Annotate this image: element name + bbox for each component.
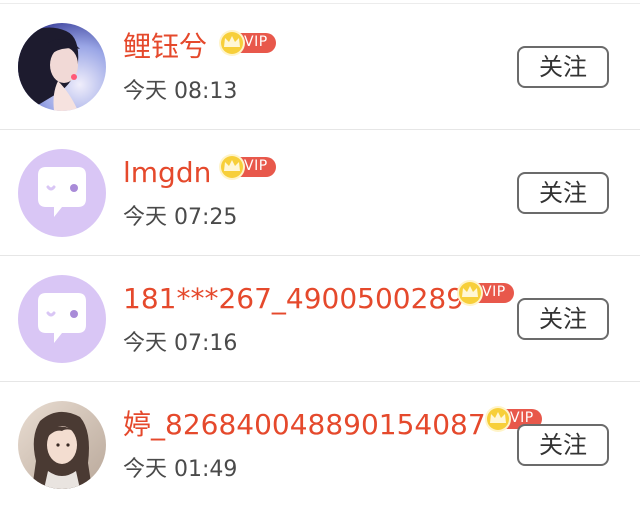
follow-button[interactable]: 关注 bbox=[517, 46, 609, 88]
follow-button[interactable]: 关注 bbox=[517, 298, 609, 340]
default-chat-avatar-icon bbox=[18, 149, 106, 237]
list-item[interactable]: 鲤钰兮 VIP 今天 08:13 关注 bbox=[0, 4, 640, 130]
list-item[interactable]: lmgdn VIP 今天 07:25 关注 bbox=[0, 130, 640, 256]
portrait-avatar-icon bbox=[18, 23, 106, 111]
follow-time: 今天 01:49 bbox=[123, 457, 238, 482]
vip-label: VIP bbox=[244, 34, 268, 50]
vip-badge: VIP bbox=[218, 28, 278, 58]
follow-button[interactable]: 关注 bbox=[517, 172, 609, 214]
portrait-avatar-icon bbox=[18, 401, 106, 489]
default-chat-avatar-icon bbox=[18, 275, 106, 363]
follow-time: 今天 08:13 bbox=[123, 79, 238, 104]
list-item[interactable]: 181***267_4900500289 VIP 今天 07:16 关注 bbox=[0, 256, 640, 382]
vip-badge: VIP bbox=[218, 152, 278, 182]
avatar[interactable] bbox=[18, 23, 106, 111]
follow-time: 今天 07:16 bbox=[123, 331, 238, 356]
user-name[interactable]: lmgdn bbox=[123, 156, 211, 190]
user-name[interactable]: 婷_826840048890154087 bbox=[123, 408, 486, 442]
follow-time: 今天 07:25 bbox=[123, 205, 238, 230]
list-item[interactable]: 婷_826840048890154087 VIP 今天 01:49 关注 bbox=[0, 382, 640, 508]
follower-list: 鲤钰兮 VIP 今天 08:13 关注 lmgdn VIP 今天 07:25 关… bbox=[0, 0, 640, 508]
user-name[interactable]: 181***267_4900500289 bbox=[123, 282, 464, 316]
user-name[interactable]: 鲤钰兮 bbox=[123, 30, 207, 64]
follow-button[interactable]: 关注 bbox=[517, 424, 609, 466]
avatar[interactable] bbox=[18, 275, 106, 363]
vip-badge: VIP bbox=[456, 278, 516, 308]
vip-label: VIP bbox=[244, 158, 268, 174]
avatar[interactable] bbox=[18, 149, 106, 237]
vip-label: VIP bbox=[482, 284, 506, 300]
avatar[interactable] bbox=[18, 401, 106, 489]
